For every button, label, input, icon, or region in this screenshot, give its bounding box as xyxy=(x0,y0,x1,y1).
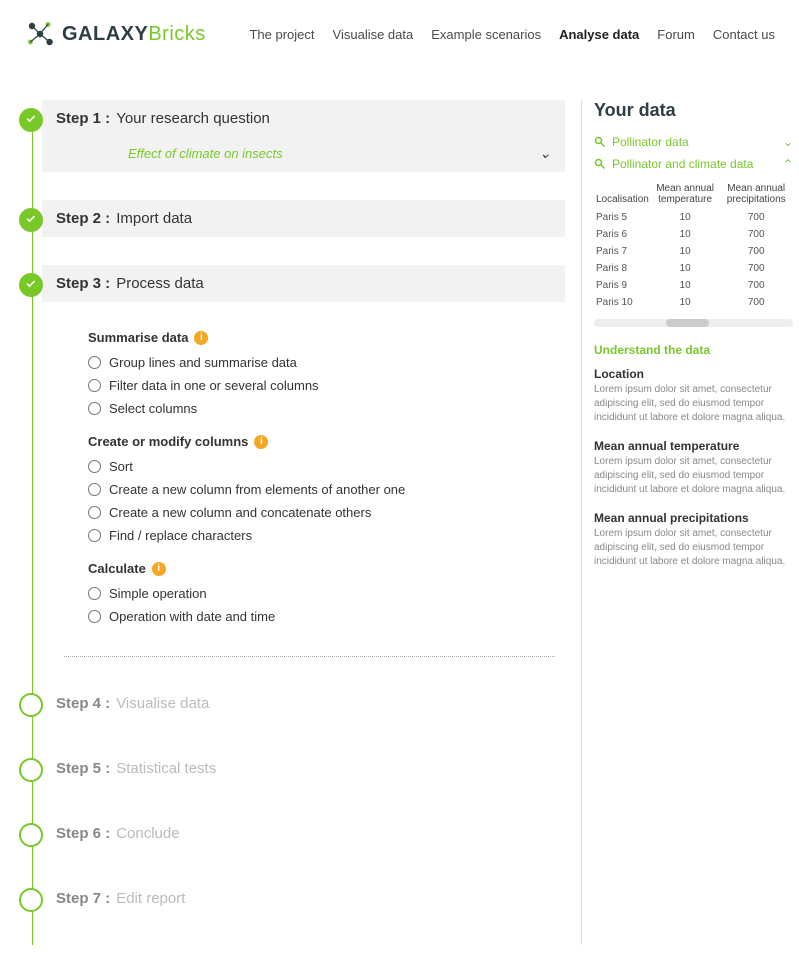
workflow-column: Step 1 : Your research question Effect o… xyxy=(0,100,581,945)
timeline-line xyxy=(32,108,33,945)
definition-text: Lorem ipsum dolor sit amet, consectetur … xyxy=(594,527,793,569)
opt-group-lines[interactable]: Group lines and summarise data xyxy=(88,351,565,374)
dataset-pollinator[interactable]: Pollinator data ⌄ xyxy=(594,131,793,153)
table-row: Paris 1010700 xyxy=(594,294,793,311)
step-6-marker xyxy=(19,823,43,847)
definition-block: Mean annual precipitations Lorem ipsum do… xyxy=(594,511,793,569)
step-2-marker-done xyxy=(19,208,43,232)
search-icon xyxy=(594,158,606,170)
opt-find-replace[interactable]: Find / replace characters xyxy=(88,524,565,547)
table-row: Paris 610700 xyxy=(594,226,793,243)
logo-icon xyxy=(24,18,56,50)
step-1-sub-text: Effect of climate on insects xyxy=(128,146,283,161)
logo[interactable]: GALAXYBricks xyxy=(24,18,206,50)
chevron-down-icon: ⌄ xyxy=(539,145,551,162)
search-icon xyxy=(594,136,606,148)
info-icon[interactable]: i xyxy=(152,562,166,576)
step-1-subtitle[interactable]: Effect of climate on insects ⌄ xyxy=(42,135,565,172)
definition-title: Location xyxy=(594,367,793,381)
col-mean-temp: Mean annual temperature xyxy=(651,179,720,209)
definition-title: Mean annual temperature xyxy=(594,439,793,453)
header: GALAXYBricks The project Visualise data … xyxy=(0,0,799,68)
data-panel: Your data Pollinator data ⌄ Pollinator a… xyxy=(581,100,799,945)
opt-simple-op[interactable]: Simple operation xyxy=(88,582,565,605)
col-mean-precip: Mean annual precipitations xyxy=(719,179,793,209)
step-1-label: Your research question xyxy=(116,110,270,127)
nav-visualise-data[interactable]: Visualise data xyxy=(333,27,414,42)
definition-text: Lorem ipsum dolor sit amet, consectetur … xyxy=(594,383,793,425)
step-4-header[interactable]: Step 4 :Visualise data xyxy=(42,685,565,722)
step-1: Step 1 : Your research question Effect o… xyxy=(42,100,565,172)
opt-new-col-concat[interactable]: Create a new column and concatenate othe… xyxy=(88,501,565,524)
step-2-bold: Step 2 : xyxy=(56,210,110,227)
check-icon xyxy=(25,279,37,291)
step-3-header[interactable]: Step 3 : Process data xyxy=(42,265,565,302)
step-6: Step 6 :Conclude xyxy=(42,815,565,852)
table-row: Paris 710700 xyxy=(594,243,793,260)
step-3-marker-done xyxy=(19,273,43,297)
col-localisation: Localisation xyxy=(594,179,651,209)
step-3-label: Process data xyxy=(116,275,204,292)
logo-text: GALAXYBricks xyxy=(62,23,206,46)
nav-analyse-data[interactable]: Analyse data xyxy=(559,27,639,42)
chevron-down-icon: ⌄ xyxy=(783,135,793,149)
definition-text: Lorem ipsum dolor sit amet, consectetur … xyxy=(594,455,793,497)
step-2-label: Import data xyxy=(116,210,192,227)
divider-dotted xyxy=(64,656,555,657)
step-7-marker xyxy=(19,888,43,912)
step-1-bold: Step 1 : xyxy=(56,110,110,127)
step-7: Step 7 :Edit report xyxy=(42,880,565,917)
step-6-header[interactable]: Step 6 :Conclude xyxy=(42,815,565,852)
group-summarise-title: Summarise data i xyxy=(88,330,565,345)
step-3-body: Summarise data i Group lines and summari… xyxy=(42,302,565,628)
step-4: Step 4 :Visualise data xyxy=(42,685,565,722)
step-4-marker xyxy=(19,693,43,717)
understand-heading: Understand the data xyxy=(594,343,793,357)
step-3: Step 3 : Process data Summarise data i G… xyxy=(42,265,565,628)
main-nav: The project Visualise data Example scena… xyxy=(249,27,775,42)
check-icon xyxy=(25,114,37,126)
definition-title: Mean annual precipitations xyxy=(594,511,793,525)
dataset-pollinator-climate[interactable]: Pollinator and climate data ⌃ xyxy=(594,153,793,175)
data-table: Localisation Mean annual temperature Mea… xyxy=(594,179,793,311)
opt-sort[interactable]: Sort xyxy=(88,455,565,478)
step-3-bold: Step 3 : xyxy=(56,275,110,292)
group-calculate-title: Calculate i xyxy=(88,561,565,576)
nav-the-project[interactable]: The project xyxy=(249,27,314,42)
step-5-header[interactable]: Step 5 :Statistical tests xyxy=(42,750,565,787)
table-row: Paris 510700 xyxy=(594,209,793,226)
nav-forum[interactable]: Forum xyxy=(657,27,695,42)
table-row: Paris 910700 xyxy=(594,277,793,294)
opt-select-columns[interactable]: Select columns xyxy=(88,397,565,420)
panel-title: Your data xyxy=(594,100,793,121)
opt-new-col-from-elements[interactable]: Create a new column from elements of ano… xyxy=(88,478,565,501)
info-icon[interactable]: i xyxy=(194,331,208,345)
step-2-header[interactable]: Step 2 : Import data xyxy=(42,200,565,237)
horizontal-scrollbar[interactable] xyxy=(594,319,793,327)
opt-filter-data[interactable]: Filter data in one or several columns xyxy=(88,374,565,397)
step-7-header[interactable]: Step 7 :Edit report xyxy=(42,880,565,917)
step-5: Step 5 :Statistical tests xyxy=(42,750,565,787)
step-5-marker xyxy=(19,758,43,782)
definition-block: Mean annual temperature Lorem ipsum dolor… xyxy=(594,439,793,497)
definition-block: Location Lorem ipsum dolor sit amet, cons… xyxy=(594,367,793,425)
step-1-marker-done xyxy=(19,108,43,132)
step-2: Step 2 : Import data xyxy=(42,200,565,237)
opt-date-time-op[interactable]: Operation with date and time xyxy=(88,605,565,628)
chevron-up-icon: ⌃ xyxy=(783,157,793,171)
table-row: Paris 810700 xyxy=(594,260,793,277)
nav-example-scenarios[interactable]: Example scenarios xyxy=(431,27,541,42)
check-icon xyxy=(25,214,37,226)
step-1-header[interactable]: Step 1 : Your research question xyxy=(42,100,565,137)
group-create-modify-title: Create or modify columns i xyxy=(88,434,565,449)
info-icon[interactable]: i xyxy=(254,435,268,449)
nav-contact-us[interactable]: Contact us xyxy=(713,27,775,42)
